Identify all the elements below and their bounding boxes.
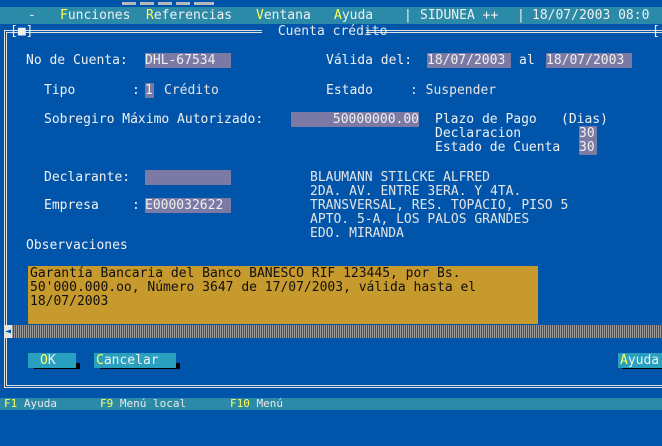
- top-strip: [0, 0, 662, 7]
- status-local-menu[interactable]: F9 Menú local: [100, 398, 186, 410]
- status-label: Menú: [256, 397, 284, 410]
- menu-dash: -: [28, 8, 36, 23]
- menu-bar: - Funciones Referencias Ventana Ayuda | …: [0, 7, 662, 24]
- observations-label: Observaciones: [26, 238, 128, 253]
- status-key: F10: [230, 397, 250, 410]
- strip-tick: [176, 2, 190, 5]
- menu-label: eferencias: [153, 8, 233, 23]
- button-label: yuda: [627, 353, 660, 368]
- address-line: 2DA. AV. ENTRE 3ERA. Y 4TA.: [310, 184, 522, 199]
- declaration-term-field[interactable]: 30: [579, 126, 597, 141]
- strip-tick: [158, 2, 172, 5]
- company-separator: :: [132, 198, 140, 213]
- menu-separator: |: [517, 8, 525, 23]
- hotkey-letter: C: [96, 353, 104, 368]
- hotkey-letter: O: [40, 353, 48, 368]
- hotkey-letter: R: [146, 8, 154, 23]
- observations-line: 18/07/2003: [30, 294, 109, 309]
- status-key: F9: [100, 397, 114, 410]
- menu-label: entana: [263, 8, 311, 23]
- status-value: : Suspender: [410, 83, 497, 98]
- menu-ayuda[interactable]: Ayuda: [334, 8, 373, 23]
- status-label: Menú local: [119, 397, 187, 410]
- declarant-field[interactable]: [145, 170, 231, 185]
- date-time: 18/07/2003 08:0: [532, 8, 650, 23]
- observations-textarea[interactable]: Garantía Bancaria del Banco BANESCO RIF …: [28, 266, 538, 324]
- observations-line: Garantía Bancaria del Banco BANESCO RIF …: [30, 266, 461, 281]
- declarant-label: Declarante:: [44, 170, 131, 185]
- account-number-field[interactable]: DHL-67534: [145, 53, 231, 68]
- company-label: Empresa: [44, 198, 99, 213]
- type-code-field[interactable]: 1: [145, 83, 154, 98]
- menu-label: yuda: [341, 8, 374, 23]
- hotkey-letter: A: [620, 353, 628, 368]
- menu-label: unciones: [67, 8, 131, 23]
- menu-separator: |: [404, 8, 412, 23]
- address-line: BLAUMANN STILCKE ALFRED: [310, 170, 491, 185]
- statement-term-label: Estado de Cuenta: [435, 140, 561, 155]
- valid-to-field[interactable]: 18/07/2003: [546, 53, 632, 68]
- help-button[interactable]: Ayuda: [618, 353, 662, 368]
- status-key: F1: [4, 397, 18, 410]
- menu-funciones[interactable]: Funciones: [60, 8, 130, 23]
- menu-referencias[interactable]: Referencias: [146, 8, 232, 23]
- close-box[interactable]: [■]: [10, 24, 33, 39]
- hotkey-letter: V: [256, 8, 264, 23]
- strip-tick: [194, 2, 214, 5]
- type-description: Crédito: [164, 83, 219, 98]
- payment-term-label: Plazo de Pago: [435, 112, 537, 127]
- cancel-button[interactable]: Cancelar: [94, 353, 176, 368]
- type-label: Tipo: [44, 83, 76, 98]
- payment-term-unit: (Dias): [561, 112, 608, 127]
- hotkey-letter: A: [334, 8, 342, 23]
- status-bar: F1 Ayuda F9 Menú local F10 Menú: [0, 398, 662, 410]
- button-label: ancelar: [103, 353, 159, 368]
- type-separator: :: [132, 83, 140, 98]
- declaration-term-label: Declaracion: [435, 126, 522, 141]
- status-help[interactable]: F1 Ayuda: [4, 398, 57, 410]
- account-number-label: No de Cuenta:: [26, 53, 128, 68]
- strip-tick: [140, 2, 154, 5]
- observations-line: 50'000.000.oo, Número 3647 de 17/07/2003…: [30, 280, 477, 295]
- strip-tick: [122, 2, 136, 5]
- valid-to-label: al: [519, 53, 535, 68]
- hotkey-letter: F: [60, 8, 68, 23]
- overdraft-field[interactable]: 50000000.00: [291, 112, 419, 127]
- valid-from-label: Válida del:: [326, 53, 413, 68]
- address-line: TRANSVERSAL, RES. TOPACIO, PISO 5: [310, 198, 569, 213]
- address-line: APTO. 5-A, LOS PALOS GRANDES: [310, 212, 530, 227]
- valid-from-field[interactable]: 18/07/2003: [427, 53, 511, 68]
- window-title: Cuenta crédito: [270, 24, 396, 39]
- status-menu[interactable]: F10 Menú: [230, 398, 283, 410]
- app-name: SIDUNEA ++: [420, 8, 499, 23]
- overdraft-label: Sobregiro Máximo Autorizado:: [44, 112, 264, 127]
- ok-button[interactable]: OK: [28, 353, 76, 368]
- window-right-marker: [: [652, 24, 660, 39]
- statement-term-field[interactable]: 30: [579, 140, 597, 155]
- status-label: Ayuda: [23, 397, 57, 410]
- address-line: EDO. MIRANDA: [310, 226, 404, 241]
- menu-ventana[interactable]: Ventana: [256, 8, 311, 23]
- horizontal-scrollbar[interactable]: [12, 325, 662, 338]
- status-label: Estado: [326, 83, 373, 98]
- button-label: K: [47, 353, 56, 368]
- scroll-left-arrow-icon[interactable]: ◄: [4, 325, 12, 338]
- company-field[interactable]: E000032622: [145, 198, 231, 213]
